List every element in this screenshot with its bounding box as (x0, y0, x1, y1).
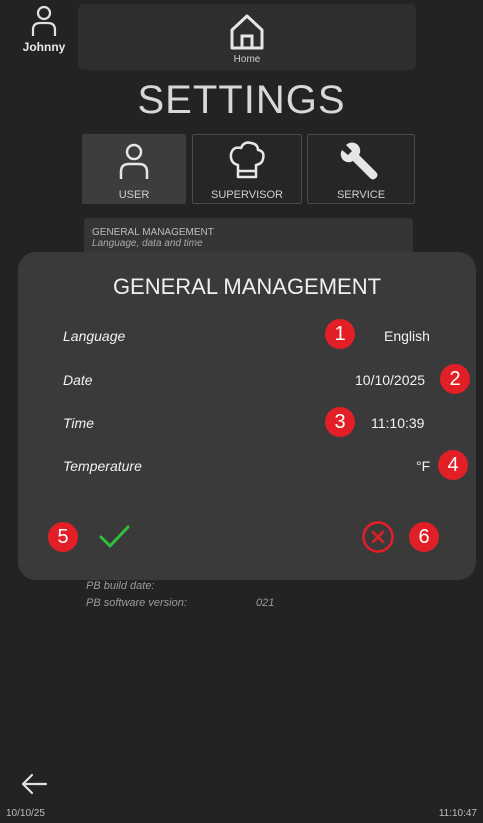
footer-time: 11:10:47 (438, 808, 477, 819)
callout-badge-2: 2 (440, 364, 470, 394)
chef-hat-icon (229, 141, 265, 179)
tab-user[interactable]: USER (82, 134, 186, 204)
pb-software-version-value: 021 (256, 597, 275, 609)
callout-badge-6: 6 (409, 522, 439, 552)
tab-service-label: SERVICE (336, 189, 386, 201)
settings-item-title: GENERAL MANAGEMENT (92, 227, 214, 238)
user-name: Johnny (22, 40, 66, 54)
close-circle-icon (362, 521, 394, 553)
confirm-button[interactable] (96, 518, 132, 554)
home-label: Home (233, 54, 261, 65)
temperature-label: Temperature (63, 458, 142, 474)
settings-item-subtitle: Language, data and time (92, 238, 203, 249)
tab-supervisor[interactable]: SUPERVISOR (192, 134, 302, 204)
callout-badge-5: 5 (48, 522, 78, 552)
callout-badge-1: 1 (325, 319, 355, 349)
back-button[interactable] (20, 772, 48, 801)
cancel-button[interactable] (361, 520, 395, 554)
wrench-icon (340, 142, 378, 180)
general-management-dialog: GENERAL MANAGEMENT Language 1 English Da… (18, 252, 476, 580)
callout-badge-4: 4 (438, 450, 468, 480)
home-button[interactable]: Home (78, 4, 416, 70)
info-row-pb-software-version: PB software version: 021 (86, 597, 274, 609)
settings-item-general-management[interactable]: GENERAL MANAGEMENT Language, data and ti… (84, 218, 413, 256)
time-value[interactable]: 11:10:39 (371, 415, 424, 431)
language-label: Language (63, 328, 126, 344)
tab-service[interactable]: SERVICE (307, 134, 415, 204)
user-icon (31, 5, 57, 36)
date-label: Date (63, 372, 93, 388)
footer-date: 10/10/25 (6, 808, 45, 819)
pb-software-version-label: PB software version: (86, 597, 187, 609)
page-title: SETTINGS (137, 78, 346, 122)
language-value[interactable]: English (384, 328, 430, 344)
time-label: Time (63, 415, 94, 431)
callout-badge-3: 3 (325, 407, 355, 437)
user-profile[interactable]: Johnny (14, 4, 74, 54)
temperature-unit-value[interactable]: °F (416, 458, 430, 474)
dialog-title: GENERAL MANAGEMENT (112, 274, 382, 299)
tab-user-label: USER (118, 189, 150, 201)
info-row-pb-build-date: PB build date: (86, 580, 155, 592)
pb-build-date-label: PB build date: (86, 580, 155, 592)
tab-supervisor-label: SUPERVISOR (211, 189, 283, 201)
arrow-left-icon (21, 773, 48, 795)
date-value[interactable]: 10/10/2025 (355, 372, 425, 388)
user-icon (119, 143, 149, 179)
checkmark-icon (99, 525, 130, 548)
home-icon (230, 14, 264, 50)
